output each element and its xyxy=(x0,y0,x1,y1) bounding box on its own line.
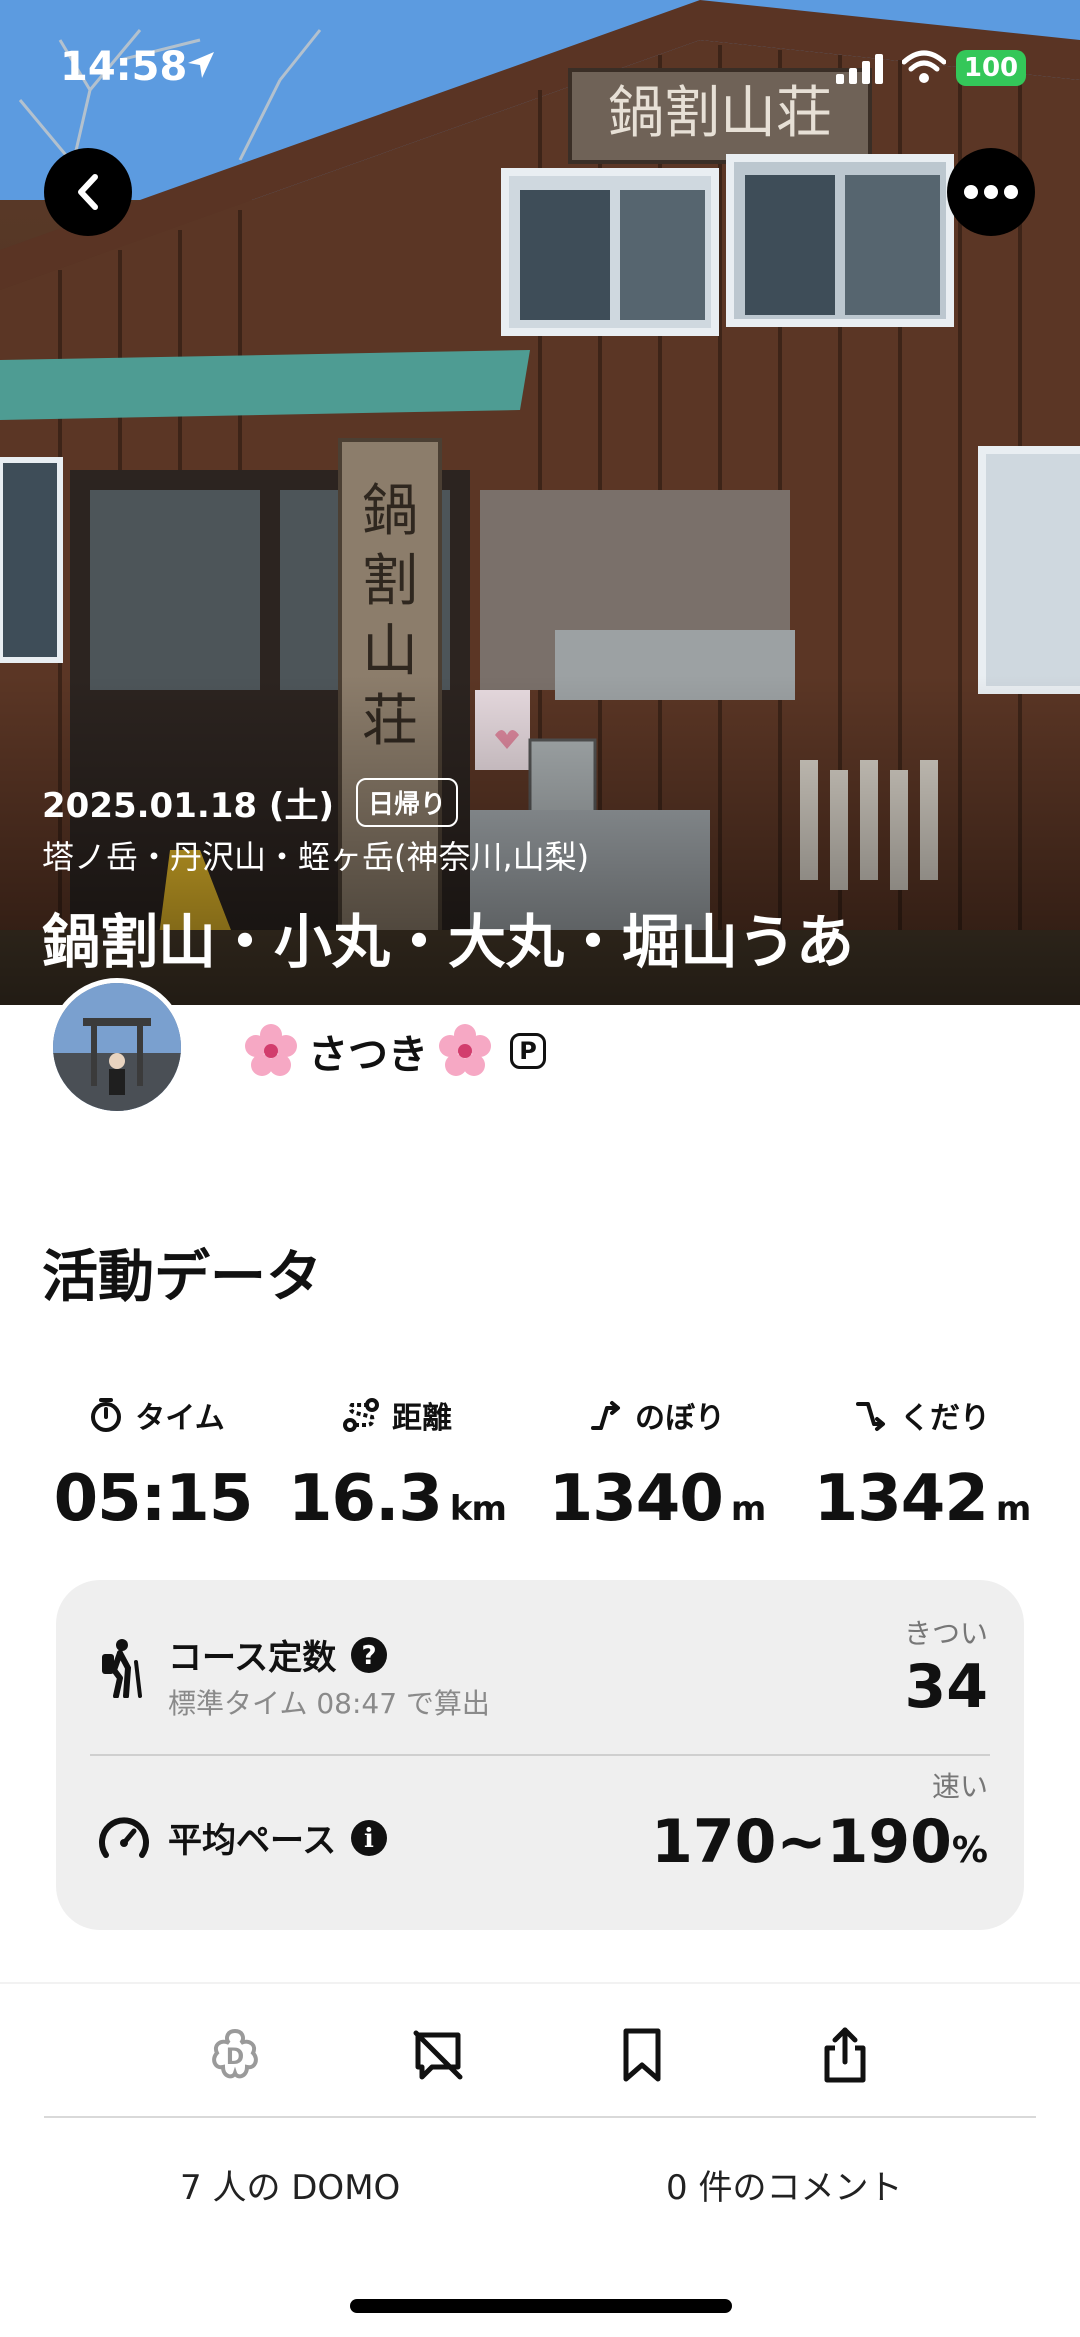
stat-value: 1342 xyxy=(813,1462,989,1536)
svg-text:鍋: 鍋 xyxy=(362,479,418,544)
stat-value: 1340 xyxy=(548,1462,724,1536)
stat-value: 05:15 xyxy=(53,1462,254,1536)
stat-ascent: のぼり 1340 m xyxy=(532,1390,782,1536)
activity-title: 鍋割山・小丸・大丸・堀山うあ xyxy=(42,908,855,976)
hiker-icon xyxy=(102,1639,142,1698)
stat-label: くだり xyxy=(900,1401,990,1436)
activity-metrics-card: コース定数 ? 標準タイム 08:47 で算出 きつい 34 平均ペース i 速… xyxy=(56,1580,1024,1930)
stat-label: 距離 xyxy=(392,1401,452,1436)
comment-count-link[interactable]: 0 件のコメント xyxy=(666,2160,902,2209)
cellular-signal-icon xyxy=(836,54,883,84)
user-row[interactable]: さつき P xyxy=(242,1022,546,1080)
bookmark-icon xyxy=(623,2028,661,2082)
cherry-blossom-icon xyxy=(245,1024,297,1076)
mountain-area[interactable]: 塔ノ岳・丹沢山・蛭ヶ岳(神奈川,山梨) xyxy=(42,832,589,878)
action-bar: D xyxy=(0,2000,1080,2105)
share-button[interactable] xyxy=(810,2020,880,2090)
share-icon xyxy=(824,2027,866,2083)
course-constant-label: コース定数 xyxy=(168,1638,337,1678)
average-pace-value: 170~190 xyxy=(651,1807,952,1877)
location-arrow-icon xyxy=(188,52,214,78)
more-dots-icon xyxy=(964,185,1018,199)
cherry-blossom-icon xyxy=(439,1024,491,1076)
card-divider xyxy=(90,1754,990,1756)
course-constant-value: 34 xyxy=(904,1652,989,1722)
stat-distance: 距離 16.3 km xyxy=(272,1390,522,1536)
speedometer-icon xyxy=(99,1817,149,1858)
action-bar-top-border xyxy=(0,1982,1080,1984)
course-constant-row[interactable]: コース定数 ? 標準タイム 08:47 で算出 きつい 34 xyxy=(56,1600,1024,1750)
stat-unit: m xyxy=(995,1489,1031,1529)
action-bar-divider xyxy=(44,2116,1036,2118)
comments-disabled-button[interactable] xyxy=(403,2020,473,2090)
info-icon[interactable]: i xyxy=(350,1819,388,1857)
section-title-activity: 活動データ xyxy=(42,1245,322,1310)
status-time: 14:58 xyxy=(60,44,188,90)
domo-flower-icon: D xyxy=(212,2028,258,2079)
average-pace-unit: % xyxy=(951,1830,988,1871)
stat-value: 16.3 xyxy=(288,1462,443,1536)
bookmark-button[interactable] xyxy=(607,2020,677,2090)
activity-date-row: 2025.01.18 (土) 日帰り xyxy=(42,778,459,827)
day-trip-badge: 日帰り xyxy=(356,778,459,827)
average-pace-row[interactable]: 平均ペース i 速い 170~190% xyxy=(56,1765,1024,1915)
premium-badge: P xyxy=(510,1033,546,1069)
svg-text:i: i xyxy=(364,1824,374,1854)
route-icon xyxy=(343,1398,379,1432)
domo-button[interactable]: D xyxy=(200,2020,270,2090)
hero-image: 鍋割山荘 鍋 割 山 荘 xyxy=(0,0,1080,1005)
svg-text:割: 割 xyxy=(362,549,418,614)
wifi-icon xyxy=(902,50,946,83)
standard-time-note: 標準タイム 08:47 で算出 xyxy=(168,1687,490,1720)
stat-label: のぼり xyxy=(635,1401,725,1436)
activity-stats: タイム 05:15 距離 16.3 km のぼり 1340 m くだり 1342… xyxy=(42,1390,1042,1536)
help-icon[interactable]: ? xyxy=(350,1636,388,1674)
domo-count-link[interactable]: 7 人の DOMO xyxy=(180,2160,400,2209)
activity-date: 2025.01.18 (土) xyxy=(42,786,335,826)
home-indicator xyxy=(350,2299,732,2313)
chevron-left-icon xyxy=(78,174,98,210)
stat-descent: くだり 1342 m xyxy=(797,1390,1047,1536)
battery-indicator: 100 xyxy=(956,50,1026,86)
ascent-icon xyxy=(591,1401,620,1430)
svg-text:D: D xyxy=(226,2045,244,2070)
user-name: さつき xyxy=(308,1032,428,1078)
stat-unit: km xyxy=(449,1489,507,1529)
more-options-button[interactable] xyxy=(947,148,1035,236)
svg-text:?: ? xyxy=(362,1641,377,1671)
comment-off-icon xyxy=(413,2030,463,2080)
stat-label: タイム xyxy=(135,1401,225,1436)
average-pace-label: 平均ペース xyxy=(168,1821,337,1861)
avatar-photo xyxy=(53,983,181,1111)
course-difficulty-label: きつい xyxy=(903,1617,988,1650)
pace-rating-label: 速い xyxy=(931,1770,988,1803)
stopwatch-icon xyxy=(91,1398,122,1432)
stat-time: タイム 05:15 xyxy=(32,1390,282,1536)
status-bar: 14:58 100 xyxy=(0,0,1080,130)
stat-unit: m xyxy=(730,1489,766,1529)
descent-icon xyxy=(856,1402,885,1431)
back-button[interactable] xyxy=(44,148,132,236)
avatar[interactable] xyxy=(48,978,186,1116)
